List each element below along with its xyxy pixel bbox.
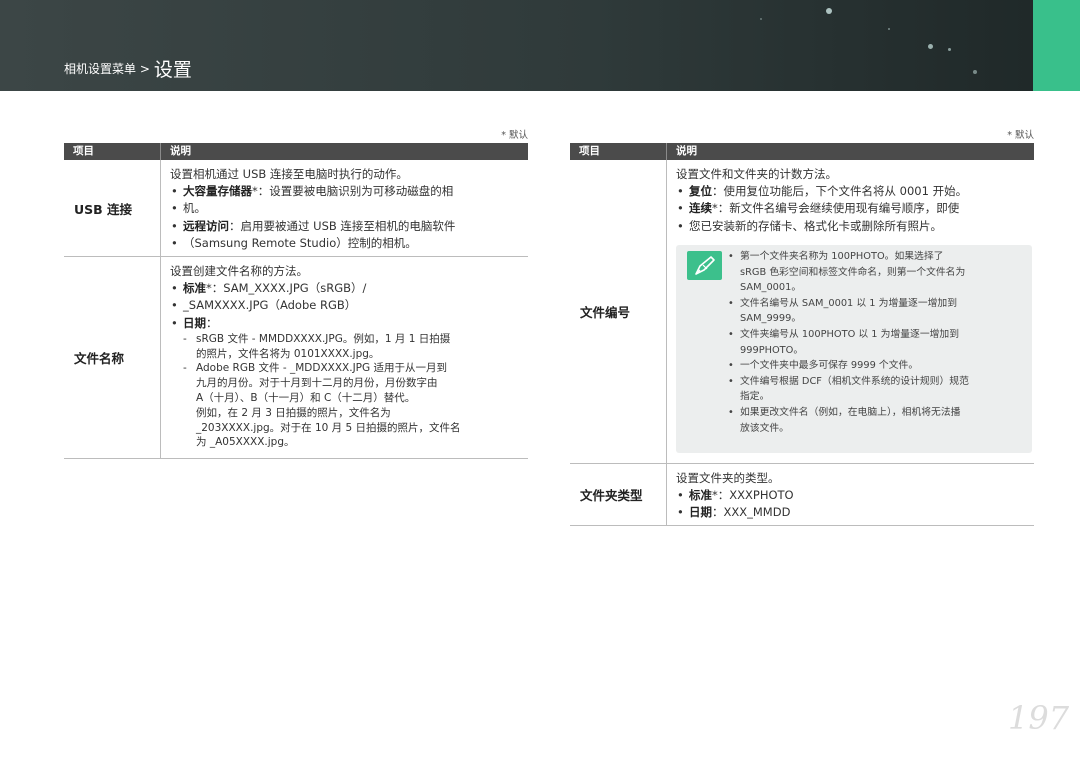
sub-list-item: Adobe RGB 文件 - _MDDXXXX.JPG 适用于从一月到 [170, 361, 522, 376]
note-box: 第一个文件夹名称为 100PHOTO。如果选择了 sRGB 色彩空间和标签文件命… [676, 245, 1032, 453]
note-item: 文件名编号从 SAM_0001 以 1 为增量逐一增加到 SAM_9999。 [727, 296, 1024, 327]
option-name: 日期 [689, 505, 712, 520]
option-name: 大容量存储器 [183, 184, 252, 199]
option-name: 标准 [689, 488, 712, 503]
table-row: USB 连接 设置相机通过 USB 连接至电脑时执行的动作。 大容量存储器*：设… [64, 160, 528, 257]
option-name: 连续 [689, 201, 712, 216]
header-banner: 相机设置菜单 > 设置 [0, 0, 1080, 91]
column-header-description: 说明 [160, 143, 191, 160]
table-row: 文件编号 设置文件和文件夹的计数方法。 复位：使用复位功能后，下个文件名将从 0… [570, 160, 1034, 464]
note-list: 第一个文件夹名称为 100PHOTO。如果选择了 sRGB 色彩空间和标签文件命… [727, 249, 1024, 436]
row-description: 设置相机通过 USB 连接至电脑时执行的动作。 大容量存储器*：设置要被电脑识别… [170, 166, 522, 252]
row-item-label: 文件夹类型 [580, 488, 643, 503]
list-item: 复位：使用复位功能后，下个文件名将从 0001 开始。 [676, 183, 1028, 200]
sub-list-item-continuation: A（十月）、B（十一月）和 C（十二月）替代。 [196, 392, 416, 404]
note-item: 第一个文件夹名称为 100PHOTO。如果选择了 sRGB 色彩空间和标签文件命… [727, 249, 1024, 296]
row-item-label: 文件名称 [74, 351, 125, 366]
decorative-light-dot [888, 28, 890, 30]
list-item: 连续*：新文件名编号会继续使用现有编号顺序，即使 [676, 200, 1028, 217]
description-intro: 设置文件和文件夹的计数方法。 [676, 167, 837, 181]
decorative-light-dot [948, 48, 951, 51]
sub-list-item: sRGB 文件 - MMDDXXXX.JPG。例如，1 月 1 日拍摄 [170, 332, 522, 347]
table-row: 文件夹类型 设置文件夹的类型。 标准*：XXXPHOTO 日期：XXX_MMDD [570, 464, 1034, 526]
table-header: 项目 说明 [64, 143, 528, 160]
breadcrumb-path: 相机设置菜单 > [64, 62, 150, 76]
note-pen-icon [687, 251, 722, 280]
default-marker-note: * 默认 [501, 130, 528, 141]
column-header-description: 说明 [666, 143, 697, 160]
column-header-item: 项目 [73, 145, 94, 157]
list-item-continuation: _SAMXXXX.JPG（Adobe RGB） [170, 297, 522, 314]
sub-list-item-continuation: 九月的月份。对于十月到十二月的月份，月份数字由 [196, 377, 438, 390]
note-item: 一个文件夹中最多可保存 9999 个文件。 [727, 358, 1024, 374]
row-description: 设置文件和文件夹的计数方法。 复位：使用复位功能后，下个文件名将从 0001 开… [676, 166, 1028, 235]
option-name: 远程访问 [183, 218, 229, 233]
list-item: 远程访问：启用要被通过 USB 连接至相机的电脑软件 [170, 218, 522, 235]
column-header-item: 项目 [579, 145, 600, 157]
note-item: 如果更改文件名（例如，在电脑上），相机将无法播 放该文件。 [727, 405, 1024, 436]
decorative-light-dot [973, 70, 977, 74]
option-name: 标准 [183, 281, 206, 296]
default-marker-note: * 默认 [1007, 130, 1034, 141]
list-item-continuation: 您已安装新的存储卡、格式化卡或删除所有照片。 [676, 218, 1028, 235]
decorative-light-dot [826, 8, 832, 14]
sub-list-item-continuation: 为 _A05XXXX.jpg。 [196, 436, 295, 449]
table-row: 文件名称 设置创建文件名称的方法。 标准*：SAM_XXXX.JPG（sRGB）… [64, 257, 528, 459]
list-item: 标准*：SAM_XXXX.JPG（sRGB）/ [170, 280, 522, 297]
page-number: 197 [1008, 699, 1070, 737]
option-name: 复位 [689, 184, 712, 199]
list-item-continuation: 机。 [170, 200, 522, 217]
description-intro: 设置文件夹的类型。 [676, 471, 780, 485]
decorative-light-dot [928, 44, 933, 49]
note-item: 文件编号根据 DCF（相机文件系统的设计规则）规范 指定。 [727, 374, 1024, 405]
row-item-label: USB 连接 [74, 201, 133, 217]
sub-list-item-continuation: 例如，在 2 月 3 日拍摄的照片，文件名为 [196, 406, 391, 419]
option-name: 日期 [183, 315, 206, 330]
row-description: 设置文件夹的类型。 标准*：XXXPHOTO 日期：XXX_MMDD [676, 470, 1028, 522]
table-header: 项目 说明 [570, 143, 1034, 160]
decorative-light-dot [760, 18, 762, 20]
description-intro: 设置相机通过 USB 连接至电脑时执行的动作。 [170, 167, 408, 181]
sub-list-item-continuation: _203XXXX.jpg。对于在 10 月 5 日拍摄的照片，文件名 [196, 421, 461, 434]
list-item: 日期：XXX_MMDD [676, 504, 1028, 521]
note-item: 文件夹编号从 100PHOTO 以 1 为增量逐一增加到 999PHOTO。 [727, 327, 1024, 358]
list-item: 标准*：XXXPHOTO [676, 487, 1028, 504]
breadcrumb: 相机设置菜单 > 设置 [64, 55, 192, 82]
section-tab-marker [1033, 0, 1080, 91]
row-description: 设置创建文件名称的方法。 标准*：SAM_XXXX.JPG（sRGB）/ _SA… [170, 263, 522, 450]
page-title: 设置 [153, 59, 192, 81]
list-item: 日期： [170, 315, 522, 332]
sub-list-item-continuation: 的照片，文件名将为 0101XXXX.jpg。 [196, 347, 380, 360]
row-item-label: 文件编号 [580, 305, 631, 320]
list-item-continuation: （Samsung Remote Studio）控制的相机。 [170, 235, 522, 252]
list-item: 大容量存储器*：设置要被电脑识别为可移动磁盘的相 [170, 183, 522, 200]
description-intro: 设置创建文件名称的方法。 [170, 264, 308, 278]
